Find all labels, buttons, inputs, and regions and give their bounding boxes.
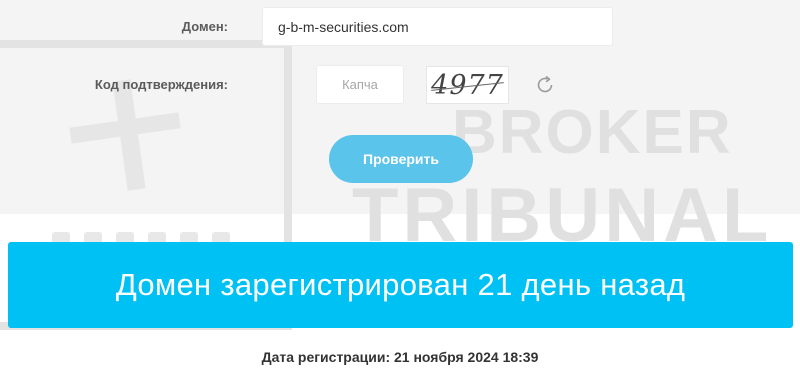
check-button[interactable]: Проверить bbox=[329, 135, 473, 183]
domain-label: Домен: bbox=[181, 19, 228, 34]
refresh-icon[interactable] bbox=[534, 74, 556, 96]
watermark-text-broker: BROKER bbox=[452, 98, 733, 167]
captcha-image: 4977 6 bbox=[426, 66, 509, 104]
result-banner: Домен зарегистрирован 21 день назад bbox=[8, 242, 793, 328]
captcha-input[interactable] bbox=[316, 65, 404, 104]
domain-input[interactable] bbox=[262, 7, 613, 46]
result-banner-text: Домен зарегистрирован 21 день назад bbox=[115, 267, 686, 302]
registration-date: Дата регистрации: 21 ноября 2024 18:39 bbox=[261, 349, 539, 365]
captcha-label: Код подтверждения: bbox=[94, 77, 228, 92]
